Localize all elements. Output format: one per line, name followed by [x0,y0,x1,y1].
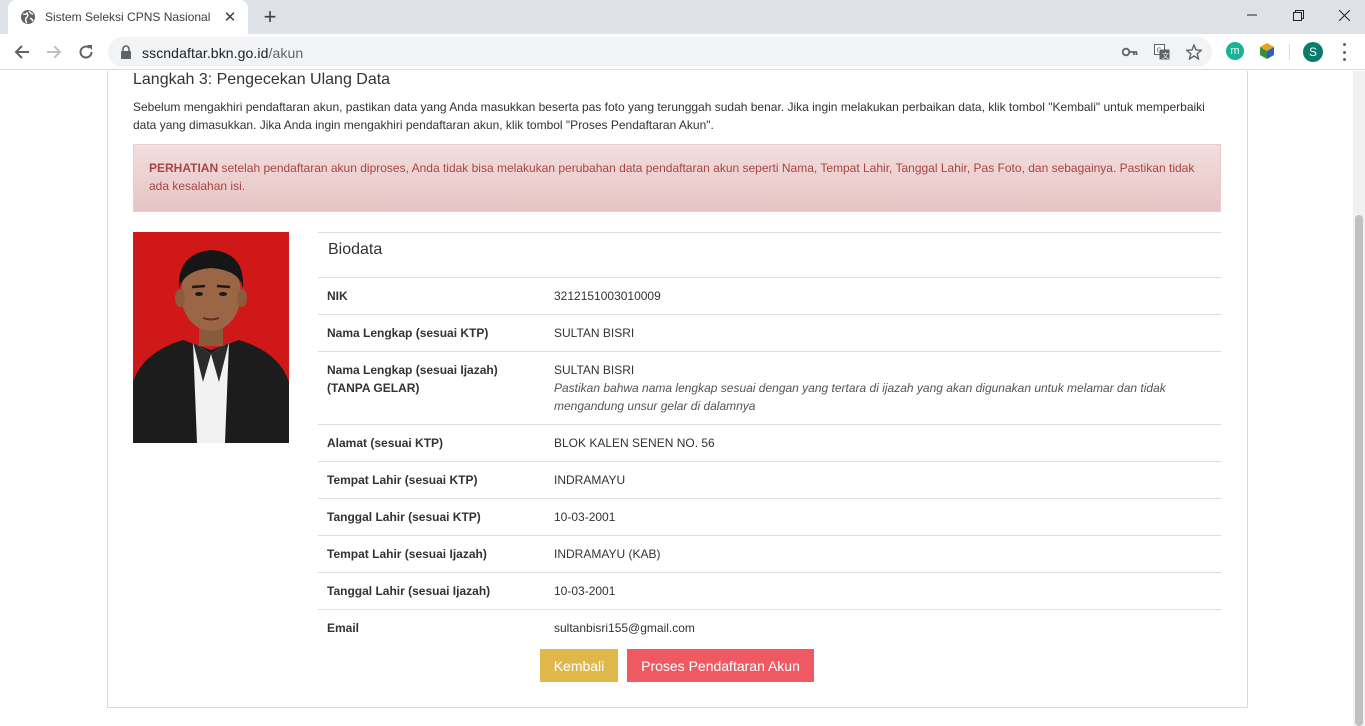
biodata-value-cell: SULTAN BISRI [545,314,1221,352]
biodata-row: Nama Lengkap (sesuai Ijazah) (TANPA GELA… [318,351,1221,425]
biodata-value-cell: BLOK KALEN SENEN NO. 56 [545,424,1221,462]
tab-strip: Sistem Seleksi CPNS Nasional ✕ + [0,0,1365,34]
biodata-row: Nama Lengkap (sesuai KTP) SULTAN BISRI [318,314,1221,352]
key-icon[interactable] [1122,44,1138,60]
biodata-value-cell: SULTAN BISRI Pastikan bahwa nama lengkap … [545,351,1221,425]
kembali-button[interactable]: Kembali [540,649,618,682]
close-tab-icon[interactable]: ✕ [222,9,238,26]
warning-alert: PERHATIAN setelah pendaftaran akun dipro… [133,144,1221,212]
reload-icon[interactable] [73,39,99,65]
intro-text: Sebelum mengakhiri pendaftaran akun, pas… [133,100,1205,132]
biodata-value-cell: INDRAMAYU (KAB) [545,535,1221,573]
biodata-value: SULTAN BISRI [554,326,635,340]
biodata-label: Tanggal Lahir (sesuai KTP) [318,498,545,536]
biodata-row: Tempat Lahir (sesuai KTP) INDRAMAYU [318,461,1221,499]
minimize-icon[interactable] [1229,0,1275,30]
translate-icon[interactable]: G文 [1154,44,1170,60]
step-title: Langkah 3: Pengecekan Ulang Data [133,71,391,88]
globe-icon [21,10,35,24]
biodata-value-cell: INDRAMAYU [545,461,1221,499]
biodata-value: BLOK KALEN SENEN NO. 56 [554,436,715,450]
profile-avatar[interactable]: S [1303,42,1323,62]
extension-m-icon[interactable]: m [1226,42,1244,60]
biodata-value: INDRAMAYU (KAB) [554,547,661,561]
forward-arrow-icon[interactable] [41,39,67,65]
alert-strong: PERHATIAN [149,161,219,175]
biodata-label: Alamat (sesuai KTP) [318,424,545,462]
biodata-label: Tempat Lahir (sesuai KTP) [318,461,545,499]
biodata-value-cell: sultanbisri155@gmail.com [545,609,1221,646]
browser-toolbar: sscndaftar.bkn.go.id/akun G文 m S [0,34,1365,70]
profile-initial: S [1308,45,1317,59]
proses-pendaftaran-button[interactable]: Proses Pendaftaran Akun [627,649,814,682]
url-text: sscndaftar.bkn.go.id/akun [142,45,303,61]
biodata-row: Tanggal Lahir (sesuai Ijazah) 10-03-2001 [318,572,1221,610]
biodata-value: INDRAMAYU [554,473,626,487]
biodata-value: 10-03-2001 [554,584,616,598]
pas-foto [133,232,289,443]
biodata-value-cell: 3212151003010009 [545,277,1221,315]
biodata-value: 3212151003010009 [554,289,661,303]
biodata-value: sultanbisri155@gmail.com [554,621,695,635]
extension-m-label: m [1230,45,1240,57]
biodata-table: Biodata NIK 3212151003010009 Nama Lengkap … [318,232,1221,646]
biodata-title: Biodata [318,232,1221,277]
extension-cube-icon[interactable] [1258,42,1276,60]
toolbar-divider [1289,44,1290,60]
biodata-label: Nama Lengkap (sesuai Ijazah) (TANPA GELA… [318,351,545,425]
biodata-label: Nama Lengkap (sesuai KTP) [318,314,545,352]
biodata-value: SULTAN BISRI [554,363,635,377]
biodata-value: 10-03-2001 [554,510,616,524]
browser-tab[interactable]: Sistem Seleksi CPNS Nasional ✕ [8,0,248,34]
portrait-image [133,232,289,443]
biodata-row: Tanggal Lahir (sesuai KTP) 10-03-2001 [318,498,1221,536]
restore-icon[interactable] [1275,0,1321,30]
address-bar[interactable]: sscndaftar.bkn.go.id/akun G文 [108,37,1212,67]
biodata-row: Email sultanbisri155@gmail.com [318,609,1221,646]
biodata-value-cell: 10-03-2001 [545,498,1221,536]
page-viewport: Langkah 3: Pengecekan Ulang Data Sebelum… [0,71,1365,726]
biodata-label: Tempat Lahir (sesuai Ijazah) [318,535,545,573]
svg-text:文: 文 [1162,51,1169,60]
alert-text: setelah pendaftaran akun diproses, Anda … [149,161,1195,193]
new-tab-icon[interactable]: + [259,6,281,28]
biodata-value-cell: 10-03-2001 [545,572,1221,610]
biodata-note: Pastikan bahwa nama lengkap sesuai denga… [554,381,1166,413]
star-icon[interactable] [1186,44,1202,60]
url-host: sscndaftar.bkn.go.id [142,45,269,61]
scrollbar[interactable] [1353,71,1365,726]
lock-icon [121,45,131,59]
back-arrow-icon[interactable] [9,39,35,65]
biodata-row: Alamat (sesuai KTP) BLOK KALEN SENEN NO. … [318,424,1221,462]
close-window-icon[interactable] [1321,0,1365,30]
biodata-label: Tanggal Lahir (sesuai Ijazah) [318,572,545,610]
tab-title: Sistem Seleksi CPNS Nasional [45,10,211,24]
biodata-row: Tempat Lahir (sesuai Ijazah) INDRAMAYU (K… [318,535,1221,573]
menu-icon[interactable] [1336,43,1352,61]
biodata-label: Email [318,609,545,646]
scrollbar-thumb[interactable] [1355,215,1363,726]
url-path: /akun [268,45,304,61]
biodata-label: NIK [318,277,545,315]
biodata-row: NIK 3212151003010009 [318,277,1221,315]
